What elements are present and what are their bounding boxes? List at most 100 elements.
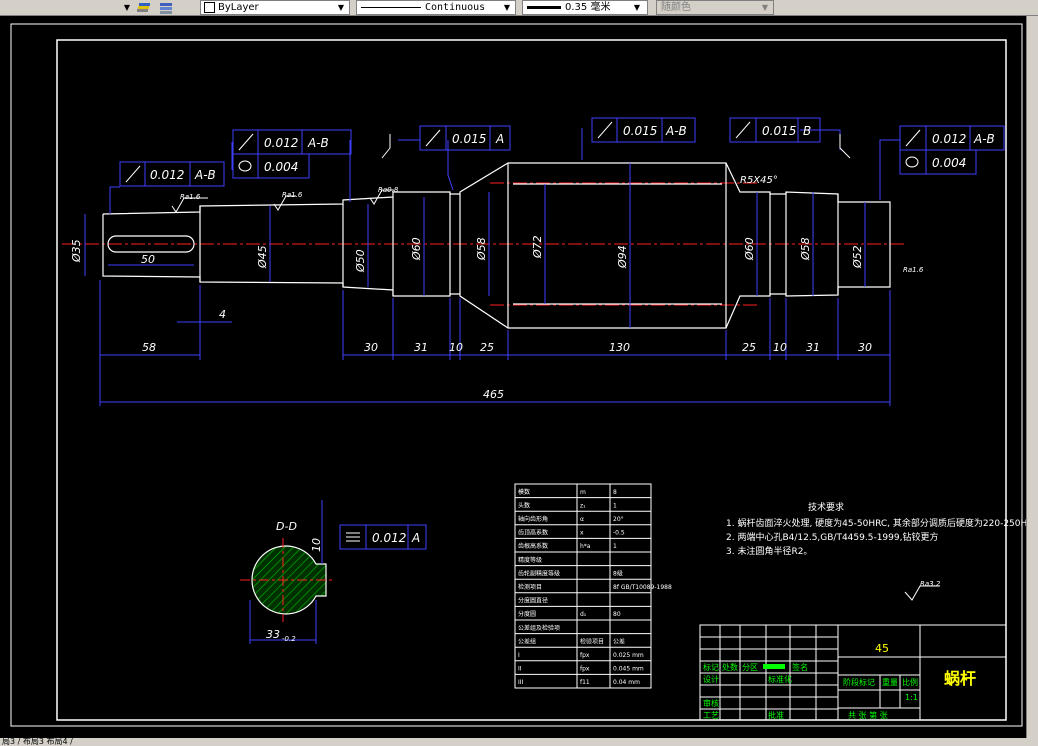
param-cell: 20° (613, 516, 624, 523)
tb-checker: 审核 (703, 698, 719, 708)
param-cell: 公差 (613, 637, 625, 645)
plotstyle-value: 随颜色 (661, 2, 691, 13)
gt-datum-worm: A-B (665, 124, 687, 138)
gt-value-right2: 0.012 (932, 132, 966, 146)
dim-total: 465 (483, 388, 504, 401)
param-cell: 齿顶高系数 (518, 529, 548, 537)
sheet-outer-border (10, 23, 1023, 727)
vertical-scrollbar[interactable] (1026, 16, 1038, 738)
tb-approver: 批准 (768, 710, 784, 720)
param-cell: 1 (613, 502, 617, 509)
color-swatch (204, 2, 215, 13)
plotstyle-dropdown-arrow[interactable]: ▼ (758, 0, 772, 15)
tb-stage: 阶段标记 (843, 677, 875, 687)
ra-right-end: Ra1.6 (903, 266, 924, 274)
param-cell: 检验项目 (580, 637, 604, 645)
dia-94: Ø94 (616, 245, 629, 269)
param-cell: 1 (613, 543, 617, 550)
dim-25b: 25 (742, 341, 756, 354)
lineweight-dropdown-arrow[interactable]: ▼ (630, 0, 644, 15)
param-cell: 轴向齿形角 (518, 515, 548, 523)
gt-datum-mid: A (495, 132, 504, 146)
gt-value-right: 0.015 (762, 124, 796, 138)
param-cell: fpx (580, 652, 590, 659)
param-cell: II (518, 666, 522, 673)
param-cell: 80 (613, 611, 621, 618)
gt-datum-right2: A-B (973, 132, 995, 146)
dim-31b: 31 (806, 341, 820, 354)
layout-tabs-bar[interactable]: 局3 / 布局3 布局4 / (0, 738, 1038, 746)
parameter-table: 模数 m 8 头数 z₁ 1 轴向齿形角 α 20° 齿顶高系数 x -0.5 齿根高系数 h*a 1 精度等… (514, 483, 672, 689)
linetype-dropdown-arrow[interactable]: ▼ (500, 0, 514, 15)
dim-10b: 10 (773, 341, 787, 354)
tech-req-3: 3. 未注圆角半径R2。 (726, 545, 812, 557)
dim-58: 58 (142, 341, 156, 354)
tb-sign: 签名 (792, 662, 808, 672)
dim-30a: 30 (364, 341, 378, 354)
layer-stack-icon[interactable] (156, 0, 178, 15)
param-cell: z₁ (580, 502, 586, 509)
dia-35: Ø35 (70, 239, 83, 263)
param-cell: 齿轮副精度等级 (518, 569, 560, 577)
plotstyle-control[interactable]: 随颜色 (656, 0, 774, 15)
param-cell: x (580, 530, 584, 537)
section-label: D-D (276, 520, 297, 533)
param-cell: 8级 (613, 569, 623, 577)
dim-31a: 31 (414, 341, 428, 354)
gt-datum-left: A-B (194, 168, 216, 182)
dim-130: 130 (609, 341, 630, 354)
param-cell: 8 (613, 489, 617, 496)
tb-scale: 1:1 (905, 693, 918, 702)
color-dropdown-arrow[interactable]: ▼ (334, 0, 348, 15)
layer-previous-icon[interactable] (136, 0, 152, 15)
linetype-control[interactable]: Continuous (356, 0, 516, 15)
tb-sheet: 共 张 第 张 (848, 710, 888, 720)
lineweight-sample (527, 6, 561, 9)
dim-4: 4 (219, 308, 226, 321)
gt-cyl-left: 0.004 (264, 160, 298, 174)
tb-standard: 标准化 (768, 674, 792, 684)
layout-tabs[interactable]: 局3 / 布局3 布局4 / (2, 738, 73, 746)
section-dim-tol: -0.2 (282, 635, 296, 643)
dim-key-length: 50 (141, 253, 155, 266)
color-control[interactable]: ByLayer (200, 0, 350, 15)
dim-10a: 10 (449, 341, 463, 354)
layer-dropdown-arrow[interactable]: ▼ (120, 0, 134, 15)
dim-30b: 30 (858, 341, 872, 354)
param-cell: d₁ (580, 611, 587, 618)
section-dim: 33 (266, 628, 280, 641)
section-side: 10 (310, 538, 323, 552)
param-cell: f11 (580, 679, 590, 686)
dia-52: Ø52 (851, 245, 864, 269)
param-cell: -0.5 (613, 530, 625, 537)
dia-58b: Ø58 (799, 237, 812, 261)
gt-datum-right: B (803, 124, 811, 138)
gt-value-left2: 0.012 (264, 136, 298, 150)
param-cell: 0.04 mm (613, 679, 640, 686)
gt-value-mid: 0.015 (452, 132, 486, 146)
param-cell: 公差组及检验项 (518, 624, 560, 632)
drawing-canvas[interactable]: 0.012 A-B 0.012 A-B 0.004 0.015 A 0.015 … (0, 16, 1038, 738)
color-value: ByLayer (218, 2, 259, 13)
param-cell: 0.045 mm (613, 666, 644, 673)
param-cell: 检测项目 (518, 583, 542, 591)
param-cell: 分度圆直径 (518, 597, 548, 605)
param-cell: 分度圆 (518, 610, 536, 618)
linetype-sample (361, 7, 421, 8)
dia-45: Ø45 (256, 245, 269, 269)
gt-cyl-right: 0.004 (932, 156, 966, 170)
tb-process: 工艺 (703, 711, 719, 720)
param-cell: I (518, 652, 520, 659)
tb-part-name: 蜗杆 (944, 669, 976, 688)
param-cell: fpx (580, 666, 590, 673)
lineweight-value: 0.35 毫米 (565, 2, 611, 13)
tb-zone: 分区 (742, 663, 758, 672)
gt-datum-section: A (411, 531, 420, 545)
param-cell: m (580, 489, 586, 496)
param-cell: 8f GB/T10089-1988 (613, 584, 672, 591)
linetype-value: Continuous (425, 2, 486, 13)
tech-req-2: 2. 两端中心孔B4/12.5,GB/T4459.5-1999,钻铰更方 (726, 531, 938, 543)
tb-weight: 重量 (882, 677, 898, 687)
gt-value-section: 0.012 (372, 531, 406, 545)
properties-toolbar: ▼ ByLayer ▼ Continuous ▼ 0.35 毫米 ▼ 随颜色 ▼ (0, 0, 1038, 16)
